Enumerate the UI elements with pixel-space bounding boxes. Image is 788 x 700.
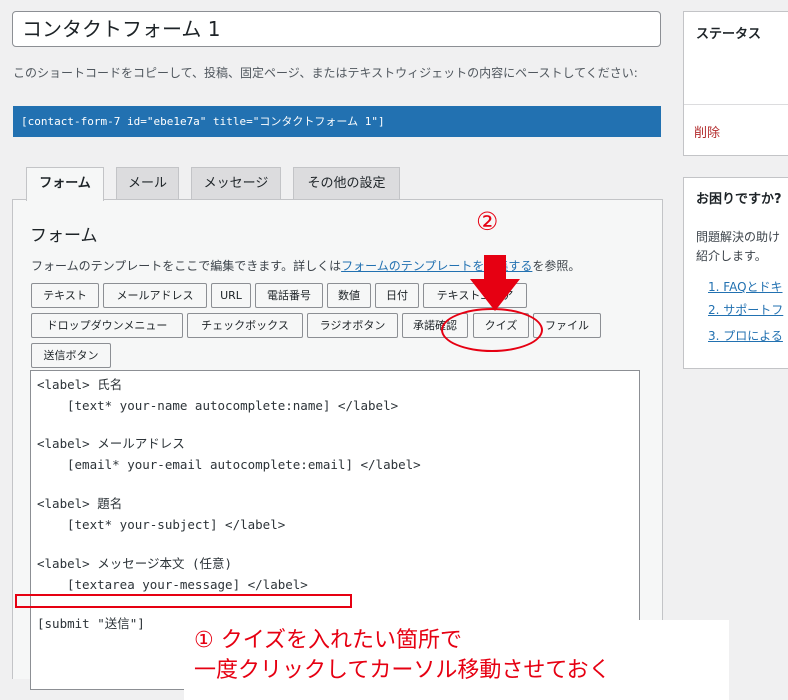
annotation-step-1-caption: ① クイズを入れたい箇所で 一度クリックしてカーソル移動させておく — [184, 620, 729, 700]
editor-line: [submit "送信"] — [37, 616, 145, 631]
editor-line: [text* your-name autocomplete:name] </la… — [67, 398, 399, 413]
status-box: ステータス 削除 — [683, 11, 788, 156]
help-text: 問題解決の助け — [696, 230, 781, 244]
tab-additional-settings[interactable]: その他の設定 — [293, 167, 400, 200]
editor-line: <label> 氏名 — [37, 377, 123, 392]
help-title: お困りですか? — [696, 192, 782, 207]
tag-button-file[interactable]: ファイル — [533, 313, 601, 338]
panel-desc-text: フォームのテンプレートをここで編集できます。詳しくは — [31, 259, 342, 273]
editor-line: [textarea your-message] </label> — [67, 577, 308, 592]
annotation-cursor-position-highlight — [15, 594, 352, 608]
editor-line: [text* your-subject] </label> — [67, 517, 286, 532]
tab-form[interactable]: フォーム — [26, 167, 104, 201]
panel-desc-suffix: を参照。 — [532, 259, 581, 273]
tag-button-radio[interactable]: ラジオボタン — [307, 313, 398, 338]
tag-button-email[interactable]: メールアドレス — [103, 283, 207, 308]
editor-line: <label> 題名 — [37, 496, 123, 511]
tag-button-tel[interactable]: 電話番号 — [255, 283, 323, 308]
tag-button-submit[interactable]: 送信ボタン — [31, 343, 111, 368]
annotation-quiz-highlight — [441, 308, 543, 352]
delete-link[interactable]: 削除 — [694, 122, 720, 141]
tag-button-url[interactable]: URL — [211, 283, 251, 308]
tag-button-dropdown[interactable]: ドロップダウンメニュー — [31, 313, 183, 338]
tag-button-number[interactable]: 数値 — [327, 283, 371, 308]
annotation-caption-line-2: 一度クリックしてカーソル移動させておく — [194, 658, 611, 683]
help-box: お困りですか? 問題解決の助け 紹介します。 1. FAQとドキ 2. サポート… — [683, 177, 788, 369]
help-text: 紹介します。 — [696, 249, 767, 263]
form-title-input[interactable]: コンタクトフォーム 1 — [12, 11, 661, 47]
shortcode-description: このショートコードをコピーして、投稿、固定ページ、またはテキストウィジェットの内… — [13, 66, 638, 80]
shortcode-field[interactable]: [contact-form-7 id="ebe1e7a" title="コンタク… — [13, 106, 661, 137]
help-link-faq[interactable]: 1. FAQとドキ — [708, 278, 783, 297]
editor-line: [email* your-email autocomplete:email] <… — [67, 457, 421, 472]
panel-heading: フォーム — [30, 226, 98, 246]
annotation-caption-line-1: ① クイズを入れたい箇所で — [194, 628, 463, 653]
help-link-pro[interactable]: 3. プロによる — [708, 327, 783, 346]
tag-button-date[interactable]: 日付 — [375, 283, 419, 308]
annotation-down-arrow-icon — [470, 255, 520, 311]
tab-messages[interactable]: メッセージ — [191, 167, 281, 200]
help-link-support[interactable]: 2. サポートフ — [708, 301, 783, 320]
tag-button-checkbox[interactable]: チェックボックス — [187, 313, 303, 338]
tab-mail[interactable]: メール — [116, 167, 179, 200]
editor-line: <label> メッセージ本文 (任意) — [37, 556, 233, 571]
status-divider — [684, 104, 788, 105]
editor-line: <label> メールアドレス — [37, 436, 185, 451]
status-title: ステータス — [696, 27, 762, 42]
tag-button-text[interactable]: テキスト — [31, 283, 99, 308]
annotation-step-2-number: ② — [476, 207, 499, 236]
